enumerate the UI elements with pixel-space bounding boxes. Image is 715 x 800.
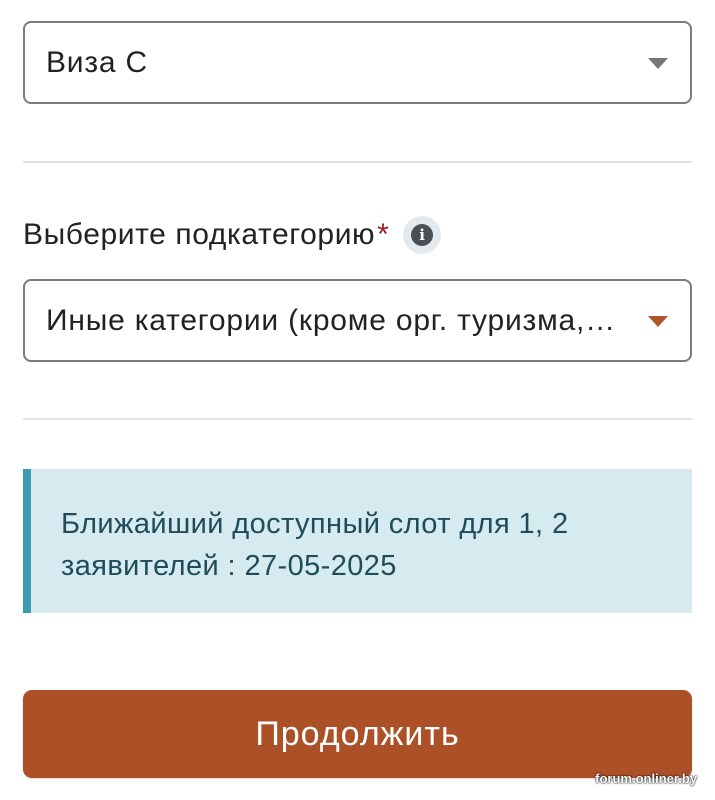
watermark: forum.onliner.by xyxy=(595,771,697,786)
section-divider xyxy=(23,418,692,420)
subcategory-select[interactable]: Иные категории (кроме орг. туризма,… xyxy=(23,279,692,362)
availability-alert: Ближайший доступный слот для 1, 2 заявит… xyxy=(23,469,692,613)
chevron-down-icon xyxy=(648,315,668,327)
continue-button[interactable]: Продолжить xyxy=(23,690,692,778)
subcategory-label: Выберите подкатегорию * i xyxy=(23,213,442,257)
info-icon-glyph: i xyxy=(411,224,434,246)
info-icon[interactable]: i xyxy=(403,216,442,254)
required-marker: * xyxy=(377,218,390,251)
subcategory-select-value: Иные категории (кроме орг. туризма,… xyxy=(46,303,616,337)
visa-type-select[interactable]: Виза C xyxy=(23,21,692,104)
subcategory-label-text: Выберите подкатегорию xyxy=(23,218,376,251)
chevron-down-icon xyxy=(648,57,668,69)
section-divider xyxy=(23,161,692,163)
availability-alert-text: Ближайший доступный слот для 1, 2 заявит… xyxy=(61,508,569,582)
visa-type-select-value: Виза C xyxy=(46,45,149,79)
